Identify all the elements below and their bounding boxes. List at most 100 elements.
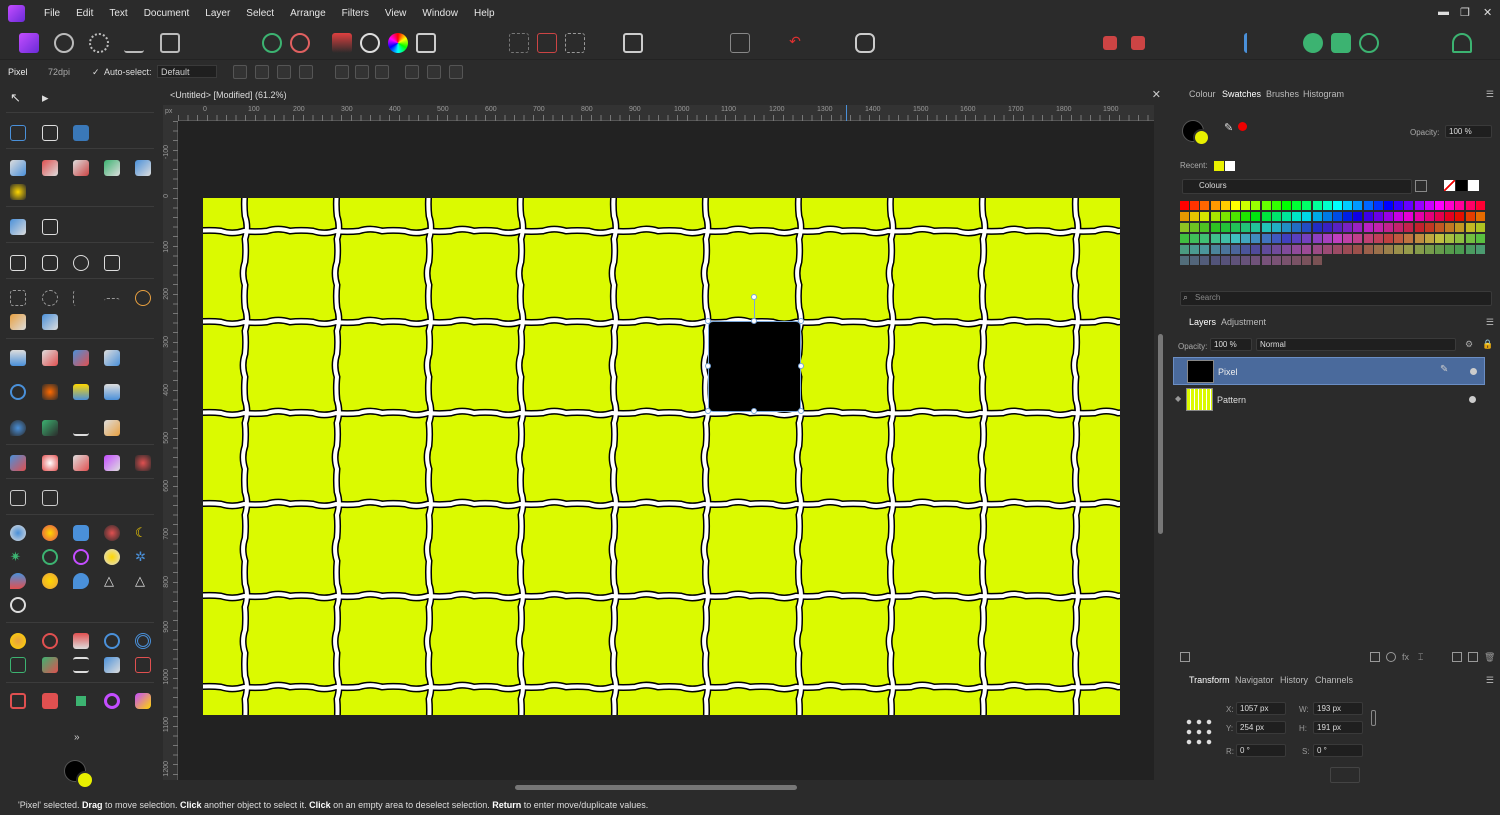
arrange-back-icon[interactable] xyxy=(1331,33,1351,53)
colour-swatch[interactable] xyxy=(1261,245,1271,254)
clone-tool-icon[interactable] xyxy=(104,384,120,400)
recent-swatch-yellow[interactable] xyxy=(1214,161,1224,171)
colour-swatch[interactable] xyxy=(1353,245,1363,254)
colour-swatch[interactable] xyxy=(1302,245,1312,254)
colour-swatch[interactable] xyxy=(1292,212,1302,221)
colour-swatch[interactable] xyxy=(1302,234,1312,243)
invert-selection-icon[interactable] xyxy=(565,33,585,53)
elliptical-marquee-tool-icon[interactable] xyxy=(42,290,58,306)
align-right-icon[interactable] xyxy=(375,65,389,79)
auto-levels-icon[interactable] xyxy=(262,33,282,53)
visibility-toggle[interactable] xyxy=(1470,368,1477,375)
panel-menu-icon[interactable]: ☰ xyxy=(1486,317,1494,328)
secondary-colour-well[interactable] xyxy=(1193,129,1210,146)
colour-swatch[interactable] xyxy=(1241,234,1251,243)
paint-brush-tool-icon[interactable] xyxy=(10,160,26,176)
layer-row-pattern[interactable]: ◆ Pattern xyxy=(1173,386,1485,414)
water-drop-filter-icon[interactable] xyxy=(73,573,89,589)
colour-swatch[interactable] xyxy=(1312,212,1322,221)
colour-swatch[interactable] xyxy=(1435,234,1444,243)
resize-handle-bottom[interactable] xyxy=(751,408,757,414)
colour-picker-icon[interactable]: ✎ xyxy=(1224,121,1233,134)
liquify-persona-icon[interactable] xyxy=(54,33,74,53)
circle-filter-icon[interactable] xyxy=(10,597,26,613)
red-eye-removal-tool-icon[interactable] xyxy=(135,455,151,471)
colour-swatch[interactable] xyxy=(1465,245,1475,254)
colour-swatch[interactable] xyxy=(1180,256,1189,265)
shape-tool-icon[interactable] xyxy=(104,255,120,271)
colour-swatch[interactable] xyxy=(1261,223,1271,232)
healing-brush-tool-icon[interactable] xyxy=(10,455,26,471)
colour-swatch[interactable] xyxy=(1241,212,1251,221)
resize-handle-bottom-right[interactable] xyxy=(798,408,804,414)
arrange-forward-icon[interactable] xyxy=(1303,33,1323,53)
colour-swatch[interactable] xyxy=(1302,201,1312,210)
resize-handle-top-right[interactable] xyxy=(798,318,804,324)
colour-swatch[interactable] xyxy=(1465,201,1475,210)
sponge-tool-icon[interactable] xyxy=(73,384,89,400)
colour-swatch[interactable] xyxy=(1455,234,1465,243)
colour-swatch[interactable] xyxy=(1322,234,1332,243)
colour-swatch[interactable] xyxy=(1333,212,1342,221)
triangle-filter-icon[interactable]: △ xyxy=(104,573,120,589)
colour-swatch[interactable] xyxy=(1424,245,1434,254)
height-field[interactable]: 191 px xyxy=(1313,721,1363,734)
tab-navigator[interactable]: Navigator xyxy=(1235,675,1274,685)
rotation-handle[interactable] xyxy=(751,294,757,300)
square-red-icon[interactable] xyxy=(42,693,58,709)
colour-swatch[interactable] xyxy=(1363,223,1373,232)
minimize-icon[interactable]: ▬ xyxy=(1438,6,1449,18)
layer-expand-icon[interactable]: ◆ xyxy=(1175,394,1181,403)
colour-swatch[interactable] xyxy=(1282,256,1291,265)
colour-swatch[interactable] xyxy=(1414,245,1424,254)
colour-swatch[interactable] xyxy=(1231,256,1240,265)
colour-swatch[interactable] xyxy=(1333,245,1342,254)
colour-swatch[interactable] xyxy=(1475,223,1485,232)
colour-swatch[interactable] xyxy=(1180,234,1189,243)
spiral-icon[interactable] xyxy=(42,633,58,649)
colour-replacement-tool-icon[interactable] xyxy=(42,160,58,176)
colour-swatch[interactable] xyxy=(1445,201,1455,210)
menu-view[interactable]: View xyxy=(377,8,415,19)
colour-swatch[interactable] xyxy=(1353,223,1363,232)
flower-filter-icon[interactable] xyxy=(42,573,58,589)
group-icon[interactable] xyxy=(1452,652,1462,662)
blemish-removal-tool-icon[interactable] xyxy=(73,455,89,471)
colour-swatch[interactable] xyxy=(1353,201,1363,210)
concentric-icon[interactable] xyxy=(135,633,151,649)
document-tab[interactable]: <Untitled> [Modified] (61.2%) ✕ xyxy=(163,84,1166,105)
colour-swatch[interactable] xyxy=(1424,201,1434,210)
colour-swatch[interactable] xyxy=(1343,223,1353,232)
colour-swatch[interactable] xyxy=(1384,245,1393,254)
colour-swatch[interactable] xyxy=(1190,256,1200,265)
colour-swatch[interactable] xyxy=(1435,212,1444,221)
wave-pattern-icon[interactable] xyxy=(42,657,58,673)
colour-swatch[interactable] xyxy=(1210,245,1220,254)
squares-pattern-icon[interactable] xyxy=(135,657,151,673)
select-all-icon[interactable] xyxy=(509,33,529,53)
colour-swatch[interactable] xyxy=(1241,245,1251,254)
colour-swatch[interactable] xyxy=(1200,234,1210,243)
auto-select-checkbox[interactable]: ✓ xyxy=(92,67,100,78)
colour-swatch[interactable] xyxy=(1455,223,1465,232)
menu-file[interactable]: File xyxy=(36,8,68,19)
colour-swatch[interactable] xyxy=(1404,245,1414,254)
colour-swatch[interactable] xyxy=(1414,234,1424,243)
colour-swatch[interactable] xyxy=(1394,234,1404,243)
ring-filter-icon[interactable] xyxy=(42,549,58,565)
colour-swatch[interactable] xyxy=(1261,234,1271,243)
colour-swatch[interactable] xyxy=(1292,256,1302,265)
colour-swatch[interactable] xyxy=(1220,223,1230,232)
colour-swatch[interactable] xyxy=(1465,212,1475,221)
menu-window[interactable]: Window xyxy=(414,8,466,19)
colour-swatch[interactable] xyxy=(1271,256,1281,265)
colour-swatch[interactable] xyxy=(1312,201,1322,210)
colour-swatch[interactable] xyxy=(1200,201,1210,210)
flip-icon[interactable] xyxy=(1359,33,1379,53)
swirl-filter-icon[interactable] xyxy=(73,549,89,565)
colour-swatch[interactable] xyxy=(1210,234,1220,243)
colour-swatch[interactable] xyxy=(1271,212,1281,221)
square-green-icon[interactable] xyxy=(73,693,89,709)
align-left-icon[interactable] xyxy=(335,65,349,79)
perspective-tool-icon[interactable] xyxy=(42,490,58,506)
